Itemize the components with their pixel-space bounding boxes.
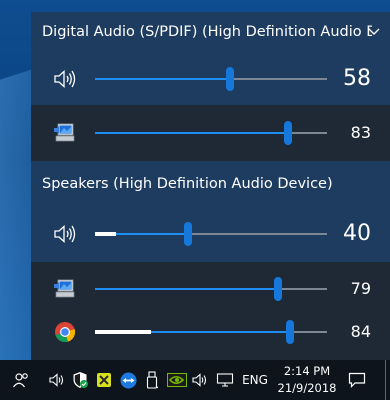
chrome-icon[interactable] xyxy=(51,318,79,346)
teamviewer-icon[interactable] xyxy=(117,360,139,400)
app-volume-value: 83 xyxy=(350,123,371,142)
shield-icon[interactable] xyxy=(69,360,91,400)
people-icon[interactable] xyxy=(8,360,34,400)
slider-thumb[interactable] xyxy=(225,67,234,91)
slider-fill xyxy=(95,132,288,134)
volume-tray-icon[interactable] xyxy=(47,360,67,400)
device-section-digital-audio: Digital Audio (S/PDIF) (High Definition … xyxy=(31,12,390,105)
app-volume-slider[interactable] xyxy=(95,277,327,301)
speaker-icon[interactable] xyxy=(51,65,79,93)
nvidia-icon[interactable] xyxy=(165,360,189,400)
system-sounds-icon[interactable] xyxy=(51,275,79,303)
device-volume-row: 58 xyxy=(31,55,390,103)
device-volume-slider[interactable] xyxy=(95,222,327,246)
slider-fill xyxy=(95,78,230,80)
usb-drive-icon[interactable] xyxy=(141,360,163,400)
slider-thumb[interactable] xyxy=(274,277,283,301)
peak-meter xyxy=(95,232,116,236)
device-volume-slider[interactable] xyxy=(95,67,327,91)
notification-icon[interactable] xyxy=(344,360,370,400)
peak-meter xyxy=(95,330,151,334)
slider-thumb[interactable] xyxy=(283,121,292,145)
slider-thumb[interactable] xyxy=(183,222,192,246)
speaker-icon[interactable] xyxy=(51,220,79,248)
device-volume-row: 40 xyxy=(31,210,390,258)
device-header-speakers[interactable]: Speakers (High Definition Audio Device) xyxy=(42,171,372,197)
device-volume-value: 40 xyxy=(343,221,371,246)
app-volume-slider[interactable] xyxy=(95,121,327,145)
clock-date: 21/9/2018 xyxy=(277,381,337,395)
app-volume-row-system-sounds: 79 xyxy=(31,265,390,313)
network-icon[interactable] xyxy=(214,360,236,400)
clock[interactable]: 2:14 PM 21/9/2018 xyxy=(276,363,338,397)
clock-time: 2:14 PM xyxy=(283,364,331,378)
language-indicator[interactable]: ENG xyxy=(240,360,270,400)
slider-thumb[interactable] xyxy=(285,320,294,344)
system-sounds-icon[interactable] xyxy=(51,119,79,147)
show-desktop-button[interactable] xyxy=(385,360,390,400)
taskbar: ENG 2:14 PM 21/9/2018 xyxy=(0,360,390,400)
device-volume-value: 58 xyxy=(343,66,371,91)
apps-section-digital-audio: 83 xyxy=(31,105,390,161)
speaker-tray-icon[interactable] xyxy=(190,360,210,400)
app-volume-slider[interactable] xyxy=(95,320,327,344)
app-volume-value: 79 xyxy=(350,279,371,298)
app-volume-row-chrome: 84 xyxy=(31,308,390,356)
volume-mixer-panel: Digital Audio (S/PDIF) (High Definition … xyxy=(31,12,390,360)
slider-fill xyxy=(95,288,279,290)
app-tray-icon[interactable] xyxy=(93,360,115,400)
app-volume-value: 84 xyxy=(350,322,371,341)
chevron-down-icon[interactable] xyxy=(362,20,386,44)
device-section-speakers: Speakers (High Definition Audio Device) … xyxy=(31,161,390,262)
app-volume-row-system-sounds: 83 xyxy=(31,109,390,157)
device-header-digital-audio[interactable]: Digital Audio (S/PDIF) (High Definition … xyxy=(42,19,372,45)
apps-section-speakers: 79 84 xyxy=(31,262,390,360)
